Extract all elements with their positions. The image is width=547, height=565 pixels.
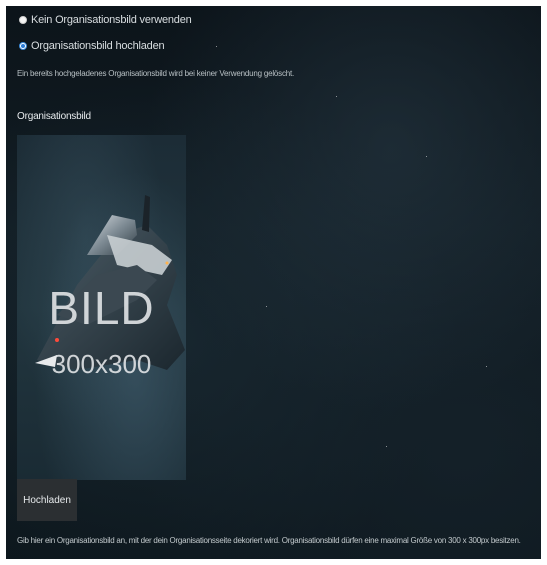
upload-button[interactable]: Hochladen [17, 479, 77, 521]
option-upload-image-label[interactable]: Organisationsbild hochladen [31, 40, 165, 52]
image-section-label: Organisationsbild [17, 111, 91, 122]
background-star [336, 96, 337, 97]
organisation-image-preview: BILD 300x300 [17, 135, 186, 480]
option-no-image-label[interactable]: Kein Organisationsbild verwenden [31, 14, 192, 26]
option-upload-image[interactable]: Organisationsbild hochladen [19, 40, 165, 52]
help-text: Gib hier ein Organisationsbild an, mit d… [17, 536, 521, 545]
background-star [216, 46, 217, 47]
background-star [426, 156, 427, 157]
option-no-image[interactable]: Kein Organisationsbild verwenden [19, 14, 192, 26]
background-star [486, 366, 487, 367]
placeholder-title: BILD [48, 282, 155, 334]
deletion-note: Ein bereits hochgeladenes Organisationsb… [17, 69, 295, 78]
background-star [266, 306, 267, 307]
background-star [386, 446, 387, 447]
placeholder-size: 300x300 [51, 349, 152, 379]
radio-no-image[interactable] [19, 16, 27, 24]
organisation-image-panel: Kein Organisationsbild verwenden Organis… [6, 6, 541, 559]
radio-upload-image[interactable] [19, 42, 27, 50]
